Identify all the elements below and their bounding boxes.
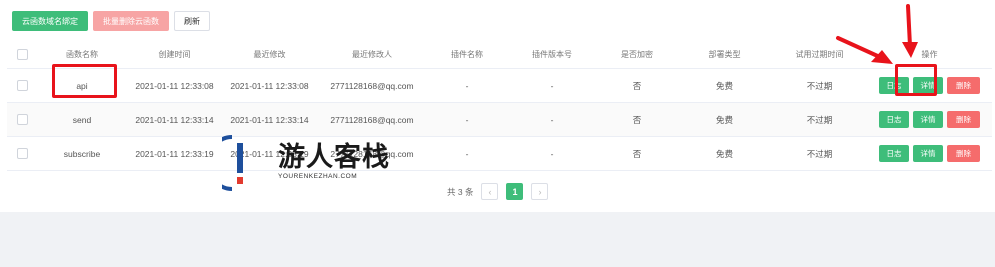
cell-plugin: - (427, 136, 507, 171)
table-row: send 2021-01-11 12:33:14 2021-01-11 12:3… (7, 102, 992, 137)
cell-name: send (37, 102, 127, 137)
batch-delete-button[interactable]: 批量删除云函数 (93, 11, 169, 31)
cell-created: 2021-01-11 12:33:08 (127, 68, 222, 103)
col-header-expire: 试用过期时间 (772, 40, 867, 69)
content-panel: 云函数域名绑定 批量删除云函数 刷新 函数名称 创建时间 最近修改 最近修改人 … (0, 0, 995, 212)
cell-version: - (507, 68, 597, 103)
cell-encrypted: 否 (597, 102, 677, 137)
cell-encrypted: 否 (597, 136, 677, 171)
row-actions: 日志 详情 删除 (868, 111, 991, 128)
highlight-box-detail (895, 64, 937, 96)
functions-table: 函数名称 创建时间 最近修改 最近修改人 插件名称 插件版本号 是否加密 部署类… (7, 40, 992, 171)
col-header-type: 部署类型 (677, 40, 772, 69)
delete-button[interactable]: 删除 (947, 77, 980, 94)
row-actions: 日志 详情 删除 (868, 145, 991, 162)
col-header-version: 插件版本号 (507, 40, 597, 69)
select-all-checkbox[interactable] (16, 48, 28, 60)
next-page-button[interactable]: › (531, 183, 549, 200)
cell-type: 免费 (677, 68, 772, 103)
prev-page-button[interactable]: ‹ (481, 183, 499, 200)
cell-name: subscribe (37, 136, 127, 171)
highlight-box-name (52, 64, 117, 98)
cell-modifier: 2771128168@qq.com (317, 68, 427, 103)
row-checkbox[interactable] (16, 114, 28, 126)
cell-version: - (507, 136, 597, 171)
cell-plugin: - (427, 102, 507, 137)
col-header-modified: 最近修改 (222, 40, 317, 69)
cell-version: - (507, 102, 597, 137)
watermark-url: YOURENKEZHAN.COM (278, 173, 358, 180)
cell-modifier: 2771128168@qq.com (317, 102, 427, 137)
row-checkbox[interactable] (16, 148, 28, 160)
row-checkbox[interactable] (16, 80, 28, 92)
watermark-logo-icon (222, 135, 243, 191)
col-header-plugin: 插件名称 (427, 40, 507, 69)
col-header-encrypted: 是否加密 (597, 40, 677, 69)
log-button[interactable]: 日志 (879, 111, 909, 128)
delete-button[interactable]: 删除 (947, 111, 980, 128)
col-header-created: 创建时间 (127, 40, 222, 69)
table-row: subscribe 2021-01-11 12:33:19 2021-01-11… (7, 136, 992, 171)
watermark-title: 游人客栈 (278, 142, 390, 173)
cell-expire: 不过期 (772, 102, 867, 137)
toolbar: 云函数域名绑定 批量删除云函数 刷新 (12, 11, 210, 31)
cell-expire: 不过期 (772, 136, 867, 171)
pagination-total: 共 3 条 (447, 186, 474, 197)
refresh-button[interactable]: 刷新 (174, 11, 210, 31)
table-header-row: 函数名称 创建时间 最近修改 最近修改人 插件名称 插件版本号 是否加密 部署类… (7, 40, 992, 69)
page-number-1[interactable]: 1 (506, 183, 524, 200)
cell-expire: 不过期 (772, 68, 867, 103)
log-button[interactable]: 日志 (879, 145, 909, 162)
pagination: 共 3 条 ‹ 1 › (447, 183, 549, 200)
table-row: api 2021-01-11 12:33:08 2021-01-11 12:33… (7, 68, 992, 103)
cell-plugin: - (427, 68, 507, 103)
watermark: 游人客栈 YOURENKEZHAN.COM (222, 133, 412, 193)
cell-modified: 2021-01-11 12:33:14 (222, 102, 317, 137)
cell-encrypted: 否 (597, 68, 677, 103)
detail-button[interactable]: 详情 (913, 111, 943, 128)
delete-button[interactable]: 删除 (947, 145, 980, 162)
detail-button[interactable]: 详情 (913, 145, 943, 162)
cell-created: 2021-01-11 12:33:14 (127, 102, 222, 137)
cell-type: 免费 (677, 102, 772, 137)
cell-type: 免费 (677, 136, 772, 171)
cloud-domain-bind-button[interactable]: 云函数域名绑定 (12, 11, 88, 31)
cell-modified: 2021-01-11 12:33:08 (222, 68, 317, 103)
cell-created: 2021-01-11 12:33:19 (127, 136, 222, 171)
col-header-modifier: 最近修改人 (317, 40, 427, 69)
